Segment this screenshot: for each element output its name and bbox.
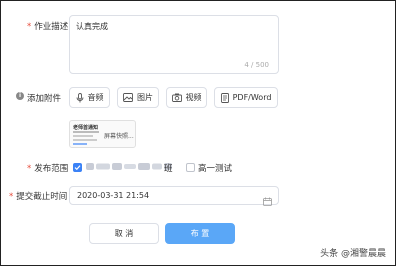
blurred-class-name: [86, 163, 172, 170]
add-audio-button[interactable]: 音频: [69, 87, 110, 108]
deadline-datetime-input[interactable]: 2020-03-31 21:54: [69, 186, 279, 206]
submit-button[interactable]: 布 置: [165, 223, 235, 244]
thumbnail-line: [73, 131, 99, 133]
add-video-label: 视频: [185, 93, 202, 102]
scope-label-text: 发布范围: [34, 164, 69, 174]
scope-checkbox-test[interactable]: [186, 163, 195, 172]
scope-label: * 发布范围: [27, 162, 68, 174]
scope-checkbox-class[interactable]: [73, 163, 82, 172]
scope-option-test-label: 高一测试: [198, 164, 233, 174]
description-counter: 4 / 500: [244, 61, 269, 69]
add-image-button[interactable]: 图片: [117, 87, 159, 108]
cancel-button-label: 取 消: [114, 229, 134, 238]
deadline-label-text: 提交截止时间: [16, 192, 68, 202]
camera-icon: [171, 93, 182, 102]
thumbnail-caption: 屏幕快照...: [104, 133, 134, 140]
thumbnail-line: [73, 135, 93, 137]
required-marker: *: [27, 164, 32, 174]
required-marker: *: [9, 192, 14, 202]
deadline-value: 2020-03-31 21:54: [77, 191, 150, 200]
description-value: 认真完成: [76, 22, 108, 31]
add-document-label: PDF/Word: [232, 93, 272, 102]
deadline-label: * 提交截止时间: [9, 190, 67, 202]
info-icon: i: [16, 92, 24, 100]
add-audio-label: 音频: [87, 93, 104, 102]
image-icon: [123, 93, 133, 102]
description-label-text: 作业描述: [34, 22, 69, 32]
document-icon: [220, 92, 229, 103]
assignment-form: * 作业描述 认真完成 4 / 500 i 添加附件 音频 图片 视频 PDF/W…: [0, 0, 396, 266]
scope-option-class-label: 班: [164, 164, 173, 174]
required-marker: *: [27, 22, 32, 32]
calendar-icon[interactable]: [263, 191, 272, 210]
add-document-button[interactable]: PDF/Word: [214, 87, 278, 108]
thumbnail-line: [73, 143, 87, 145]
add-video-button[interactable]: 视频: [166, 87, 207, 108]
thumbnail-line: [73, 139, 97, 141]
add-image-label: 图片: [137, 93, 153, 102]
watermark: 头条 @湘警晨晨: [320, 249, 386, 259]
attachments-label: 添加附件: [27, 94, 62, 104]
submit-button-label: 布 置: [190, 229, 210, 238]
description-label: * 作业描述: [27, 20, 68, 32]
thumbnail-title: 老师首通知: [73, 125, 99, 131]
description-textarea[interactable]: 认真完成 4 / 500: [69, 15, 279, 74]
microphone-icon: [76, 92, 84, 103]
attachment-thumbnail[interactable]: 老师首通知 屏幕快照...: [69, 120, 136, 148]
cancel-button[interactable]: 取 消: [89, 223, 159, 244]
